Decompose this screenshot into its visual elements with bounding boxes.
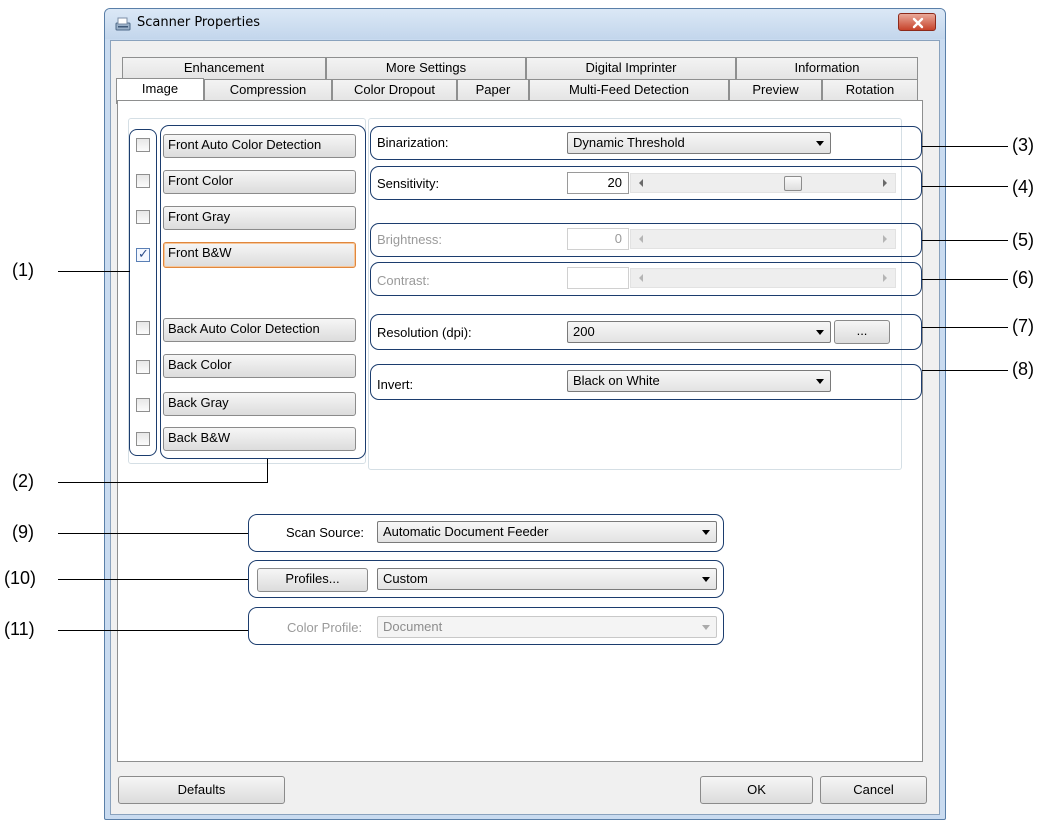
contrast-slider[interactable] xyxy=(630,268,896,288)
color-profile-label: Color Profile: xyxy=(287,620,363,635)
scan-source-select[interactable]: Automatic Document Feeder xyxy=(377,521,717,543)
binarization-label: Binarization: xyxy=(377,135,449,150)
scroll-right-icon[interactable] xyxy=(883,235,887,243)
profiles-select[interactable]: Custom xyxy=(377,568,717,590)
window-title: Scanner Properties xyxy=(137,15,261,30)
color-profile-value: Document xyxy=(383,619,443,634)
tab-more-settings[interactable]: More Settings xyxy=(326,57,526,79)
tab-color-dropout[interactable]: Color Dropout xyxy=(332,79,457,101)
contrast-label: Contrast: xyxy=(377,273,430,288)
annotation-9: (9) xyxy=(12,522,34,542)
annotation-5: (5) xyxy=(1012,230,1034,250)
annotation-2-line-vertical xyxy=(267,459,268,483)
annotation-7: (7) xyxy=(1012,316,1034,336)
annotation-2-line xyxy=(58,482,268,483)
tab-rotation[interactable]: Rotation xyxy=(822,79,918,101)
annotation-3: (3) xyxy=(1012,135,1034,155)
resolution-select[interactable]: 200 xyxy=(567,321,831,343)
scroll-right-icon[interactable] xyxy=(883,179,887,187)
sensitivity-label: Sensitivity: xyxy=(377,176,440,191)
binarization-select[interactable]: Dynamic Threshold xyxy=(567,132,831,154)
annotation-8: (8) xyxy=(1012,359,1034,379)
annotation-11: (11) xyxy=(4,619,35,639)
invert-select[interactable]: Black on White xyxy=(567,370,831,392)
annotation-5-line xyxy=(922,240,1008,241)
chevron-down-icon xyxy=(816,330,824,335)
chevron-down-icon xyxy=(702,577,710,582)
tab-information[interactable]: Information xyxy=(736,57,918,79)
tab-enhancement[interactable]: Enhancement xyxy=(122,57,326,79)
annotation-1: (1) xyxy=(12,260,34,280)
annotation-10-line xyxy=(58,579,248,580)
annotation-7-line xyxy=(922,327,1008,328)
color-profile-select[interactable]: Document xyxy=(377,616,717,638)
annotation-6: (6) xyxy=(1012,268,1034,288)
annotation-6-line xyxy=(922,279,1008,280)
defaults-button[interactable]: Defaults xyxy=(118,776,285,804)
scan-source-value: Automatic Document Feeder xyxy=(383,524,549,539)
annotation-1-line xyxy=(58,271,130,272)
scroll-left-icon[interactable] xyxy=(639,274,643,282)
chevron-down-icon xyxy=(816,141,824,146)
tab-digital-imprinter[interactable]: Digital Imprinter xyxy=(526,57,736,79)
close-icon xyxy=(912,17,924,29)
annotation-10: (10) xyxy=(4,568,37,588)
resolution-value: 200 xyxy=(573,324,595,339)
close-button[interactable] xyxy=(898,13,936,31)
scan-source-label: Scan Source: xyxy=(286,525,365,540)
scanner-icon xyxy=(114,15,132,33)
chevron-down-icon xyxy=(702,625,710,630)
callout-box-1 xyxy=(129,129,157,456)
profiles-button[interactable]: Profiles... xyxy=(257,568,368,592)
annotation-9-line xyxy=(58,533,248,534)
binarization-value: Dynamic Threshold xyxy=(573,135,685,150)
scroll-left-icon[interactable] xyxy=(639,179,643,187)
tab-preview[interactable]: Preview xyxy=(729,79,822,101)
ok-button[interactable]: OK xyxy=(700,776,813,804)
annotation-4: (4) xyxy=(1012,177,1034,197)
sensitivity-slider-thumb[interactable] xyxy=(784,176,803,191)
tab-paper[interactable]: Paper xyxy=(457,79,529,101)
annotation-4-line xyxy=(922,186,1008,187)
sensitivity-slider[interactable] xyxy=(630,173,896,193)
brightness-label: Brightness: xyxy=(377,232,443,247)
tab-compression[interactable]: Compression xyxy=(204,79,332,101)
annotation-2: (2) xyxy=(12,471,34,491)
annotation-3-line xyxy=(922,146,1008,147)
profiles-value: Custom xyxy=(383,571,428,586)
contrast-value-input[interactable] xyxy=(567,267,629,289)
tab-multi-feed-detection[interactable]: Multi-Feed Detection xyxy=(529,79,729,101)
chevron-down-icon xyxy=(816,379,824,384)
resolution-label: Resolution (dpi): xyxy=(377,325,472,340)
cancel-button[interactable]: Cancel xyxy=(820,776,927,804)
annotation-11-line xyxy=(58,630,248,631)
scroll-right-icon[interactable] xyxy=(883,274,887,282)
resolution-more-button[interactable]: ... xyxy=(834,320,890,344)
sensitivity-value-input[interactable]: 20 xyxy=(567,172,629,194)
brightness-value-input[interactable]: 0 xyxy=(567,228,629,250)
callout-box-2 xyxy=(160,125,366,459)
scroll-left-icon[interactable] xyxy=(639,235,643,243)
brightness-slider[interactable] xyxy=(630,229,896,249)
invert-value: Black on White xyxy=(573,373,660,388)
annotation-8-line xyxy=(922,370,1008,371)
invert-label: Invert: xyxy=(377,377,414,392)
chevron-down-icon xyxy=(702,530,710,535)
